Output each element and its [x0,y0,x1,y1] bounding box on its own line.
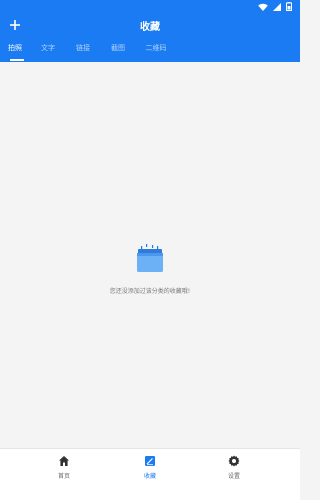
status-icons [258,2,292,11]
nav-favorites-label: 收藏 [143,473,156,480]
app-bar: 收藏 [0,14,300,36]
plus-icon [10,20,20,30]
tab-qrcode[interactable]: 二维码 [141,43,171,62]
nav-settings-label: 设置 [227,473,240,480]
tab-screenshot[interactable]: 截图 [106,43,130,62]
nav-home-label: 首页 [57,473,70,480]
bottom-navigation: 首页 收藏 设置 [0,448,300,500]
nav-home[interactable]: 首页 [44,455,84,495]
status-bar [0,0,300,14]
home-icon [59,456,69,466]
wifi-icon [258,3,268,11]
category-tabs: 拍照 文字 链接 截图 二维码 [0,36,300,62]
tab-link[interactable]: 链接 [71,43,95,62]
signal-icon [273,2,281,11]
page-title: 收藏 [140,22,160,33]
nav-favorites[interactable]: 收藏 [130,455,170,495]
tab-text[interactable]: 文字 [36,43,60,62]
gear-icon [228,455,240,467]
bookmark-icon [145,456,155,466]
empty-message: 您还没添加过该分类的收藏哦! [109,288,191,295]
nav-settings[interactable]: 设置 [214,455,254,495]
battery-icon [286,2,292,11]
folder-icon [137,244,163,272]
add-button[interactable] [7,15,23,35]
active-tab-indicator [10,59,24,61]
